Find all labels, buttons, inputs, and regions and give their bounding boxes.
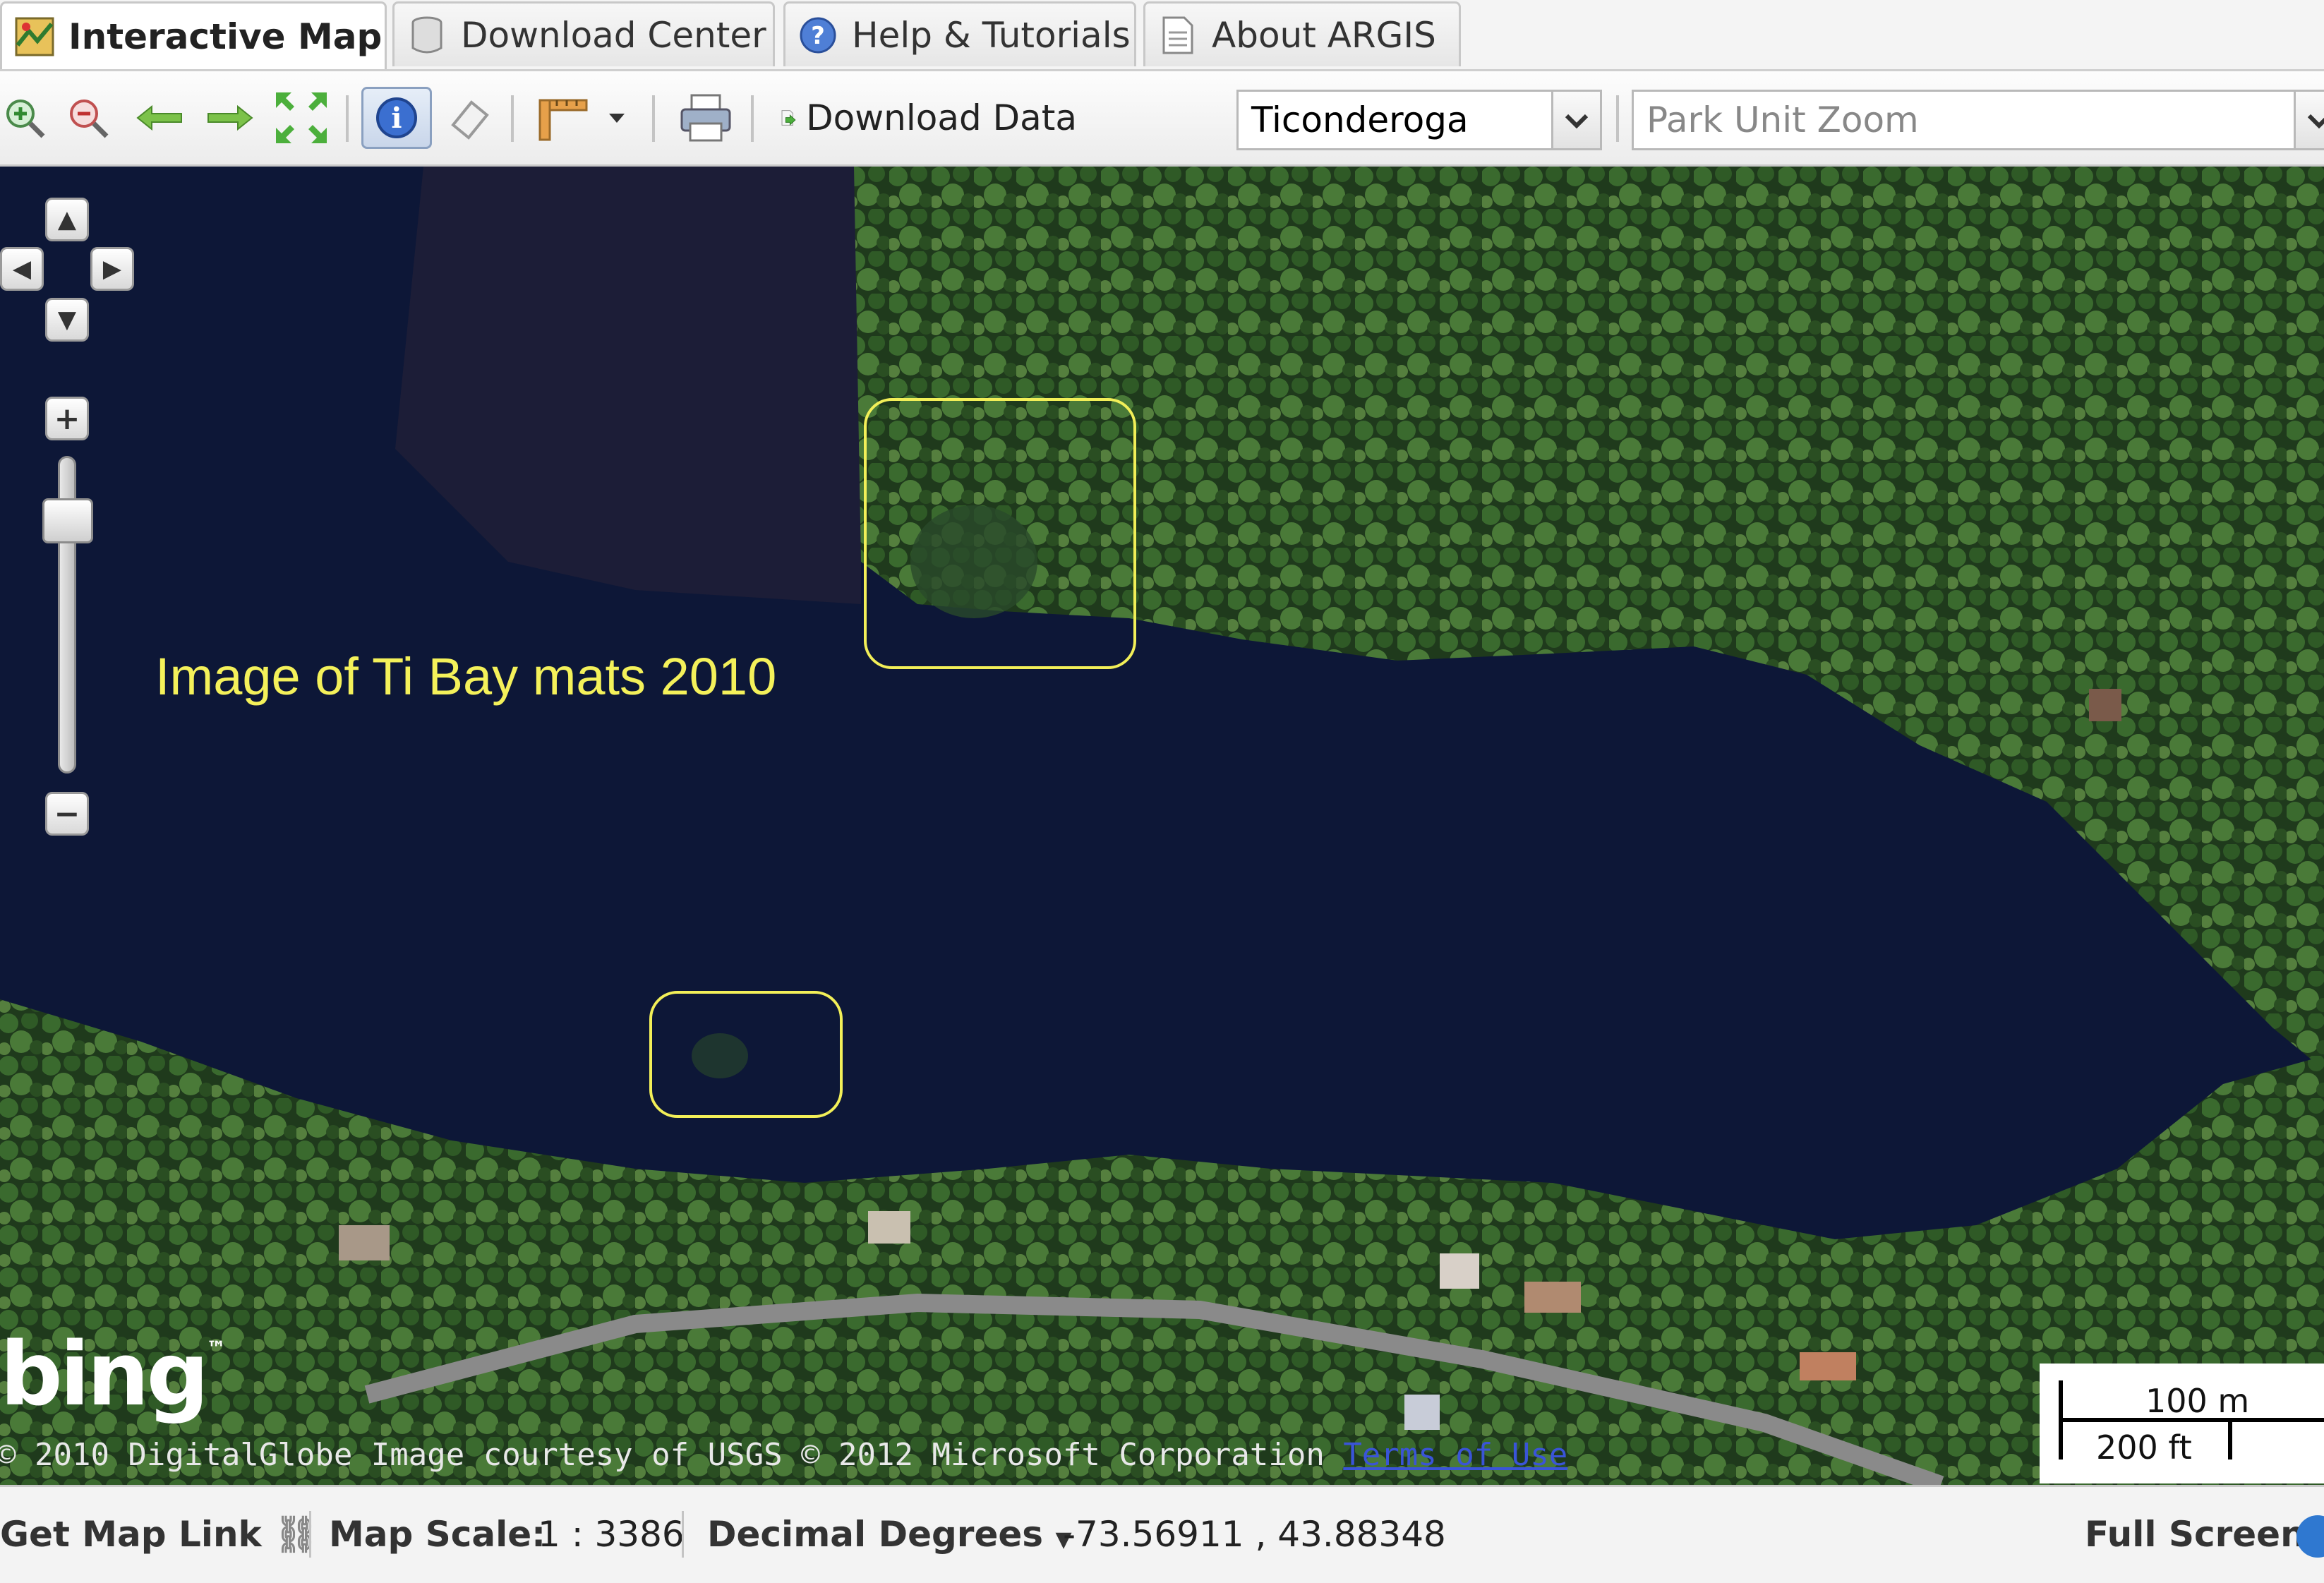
pan-right-button[interactable]: ▶: [90, 247, 134, 291]
full-extent-icon: [276, 92, 327, 143]
toolbar-separator: [751, 95, 754, 142]
get-map-link-label: Get Map Link: [0, 1514, 262, 1555]
toolbar-separator: [511, 95, 514, 142]
map-icon: [15, 17, 54, 56]
print-icon: [680, 94, 731, 142]
info-icon: i: [376, 97, 417, 138]
print-button[interactable]: [675, 87, 737, 149]
zoom-in-button[interactable]: +: [45, 397, 89, 440]
link-icon: ⛓: [274, 1514, 319, 1555]
eraser-icon: [451, 100, 489, 140]
copyright-text: © 2010 DigitalGlobe Image courtesy of US…: [0, 1437, 1325, 1473]
zoom-slider-handle[interactable]: [42, 498, 93, 543]
mat-highlight-south: [649, 991, 843, 1118]
pan-left-button[interactable]: ◀: [0, 247, 44, 291]
help-icon: ?: [798, 16, 838, 55]
location-select-value: Ticonderoga: [1251, 100, 1469, 140]
toolbar-separator: [652, 95, 655, 142]
chevron-down-icon[interactable]: [1551, 92, 1600, 148]
caret-down-icon: ▼: [57, 306, 77, 334]
full-screen-button[interactable]: Full Screen: [2085, 1514, 2306, 1555]
identify-tool-button[interactable]: i: [361, 87, 432, 149]
bing-trademark: ™: [206, 1337, 227, 1360]
download-data-button[interactable]: Download Data: [781, 87, 1077, 149]
coordinate-format-dropdown[interactable]: Decimal Degrees ▼: [707, 1514, 1072, 1555]
toolbar-separator: [1616, 95, 1619, 142]
tab-bar: Interactive Map Download Center ? Help &…: [0, 0, 2324, 71]
eraser-tool-button[interactable]: [442, 87, 498, 149]
satellite-imagery: [0, 167, 2324, 1485]
svg-text:?: ?: [811, 22, 825, 50]
get-map-link-button[interactable]: Get Map Link ⛓: [0, 1514, 319, 1555]
minus-icon: −: [54, 795, 80, 832]
location-select[interactable]: Ticonderoga: [1236, 90, 1602, 150]
caret-right-icon: ▶: [102, 255, 122, 283]
chevron-down-icon[interactable]: [2294, 92, 2324, 148]
status-separator: [682, 1511, 684, 1558]
zoom-out-tool-button[interactable]: [64, 87, 113, 149]
tab-interactive-map[interactable]: Interactive Map: [0, 1, 387, 69]
tab-label: Help & Tutorials: [852, 14, 1131, 56]
plus-icon: +: [54, 400, 80, 437]
mat-highlight-north: [864, 398, 1136, 669]
scale-metric: 100 m: [2145, 1382, 2250, 1420]
previous-extent-button[interactable]: [131, 87, 188, 149]
zoom-in-icon: [6, 100, 45, 138]
zoom-out-button[interactable]: −: [45, 792, 89, 836]
svg-text:i: i: [391, 102, 402, 135]
pan-up-button[interactable]: ▲: [45, 198, 89, 241]
cursor-coordinates: -73.56911 , 43.88348: [1063, 1514, 1446, 1555]
bing-logo: bing™: [0, 1324, 226, 1426]
coordinate-format-label: Decimal Degrees: [707, 1514, 1044, 1555]
chevron-down-icon: [609, 114, 625, 123]
map-toolbar: i Download Data Ticonderoga Park Unit Zo…: [0, 71, 2324, 167]
caret-left-icon: ◀: [12, 255, 32, 283]
measure-tool-dropdown[interactable]: [532, 87, 631, 149]
scale-imperial: 200 ft: [2096, 1428, 2192, 1467]
pan-down-button[interactable]: ▼: [45, 298, 89, 342]
next-extent-button[interactable]: [202, 87, 258, 149]
tab-label: Download Center: [461, 14, 766, 56]
status-bar: Get Map Link ⛓ Map Scale: 1 : 3386 Decim…: [0, 1485, 2324, 1583]
zoom-out-icon: [70, 100, 109, 138]
tab-label: About ARGIS: [1212, 14, 1436, 56]
tab-about-argis[interactable]: About ARGIS: [1143, 1, 1461, 66]
map-scale-value: 1 : 3386: [538, 1514, 685, 1555]
database-icon: [407, 16, 447, 55]
document-icon: [1158, 16, 1198, 55]
map-viewport[interactable]: Image of Ti Bay mats 2010 ▲ ◀ ▶ ▼ + − bi…: [0, 167, 2324, 1485]
tab-help-tutorials[interactable]: ? Help & Tutorials: [783, 1, 1136, 66]
arrow-left-icon: [136, 104, 182, 131]
bing-logo-text: bing: [0, 1324, 209, 1426]
caret-up-icon: ▲: [57, 205, 77, 234]
tab-download-center[interactable]: Download Center: [392, 1, 775, 66]
imagery-attribution: © 2010 DigitalGlobe Image courtesy of US…: [0, 1437, 1567, 1473]
full-screen-label: Full Screen: [2085, 1514, 2306, 1555]
park-unit-zoom-placeholder: Park Unit Zoom: [1646, 100, 1919, 140]
full-extent-button[interactable]: [271, 87, 332, 149]
tab-label: Interactive Map: [68, 16, 383, 57]
arrow-right-icon: [207, 104, 253, 131]
measure-icon: [538, 99, 588, 141]
map-scale-label: Map Scale:: [329, 1514, 546, 1555]
download-data-icon: [781, 110, 796, 126]
zoom-in-tool-button[interactable]: [0, 87, 49, 149]
download-data-label: Download Data: [806, 97, 1077, 138]
scale-bar: 100 m 200 ft: [2040, 1364, 2324, 1483]
status-separator: [309, 1511, 311, 1558]
map-annotation: Image of Ti Bay mats 2010: [155, 647, 777, 706]
park-unit-zoom-select[interactable]: Park Unit Zoom: [1632, 90, 2324, 150]
toolbar-separator: [346, 95, 349, 142]
terms-of-use-link[interactable]: Terms of Use: [1343, 1437, 1567, 1473]
